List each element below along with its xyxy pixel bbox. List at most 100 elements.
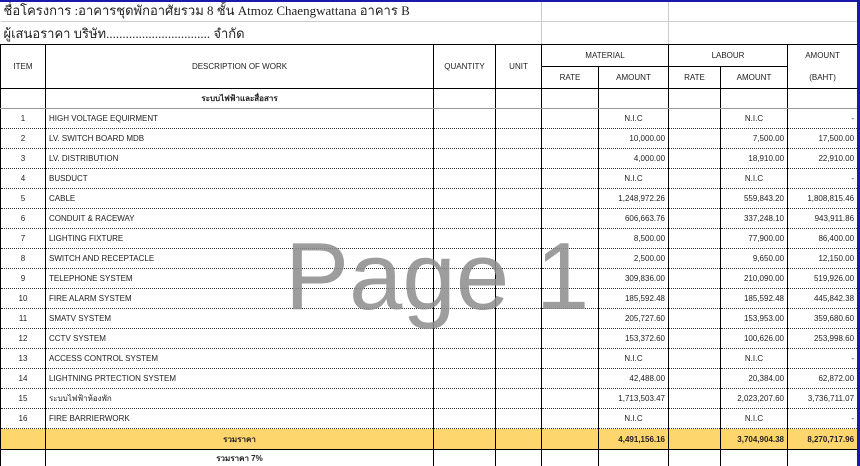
item-number[interactable]: 8 (0, 248, 46, 269)
material-amount-cell[interactable]: N.I.C (598, 168, 670, 189)
material-rate-cell[interactable] (541, 388, 600, 409)
grand-total[interactable]: 8,270,717.96 (787, 428, 859, 450)
labour-amount-cell[interactable]: 100,626.00 (720, 328, 789, 349)
quantity-cell[interactable] (433, 248, 496, 269)
col-item[interactable]: ITEM (0, 44, 46, 89)
material-rate-cell[interactable] (541, 148, 600, 169)
unit-cell[interactable] (494, 328, 543, 349)
vat-label[interactable]: รวมราคา 7% (45, 449, 434, 466)
material-rate-cell[interactable] (541, 408, 600, 429)
quantity-cell[interactable] (433, 148, 496, 169)
blank[interactable] (541, 449, 600, 466)
labour-amount-cell[interactable]: 77,900.00 (720, 228, 789, 249)
quantity-cell[interactable] (433, 168, 496, 189)
total-amount-cell[interactable]: 519,926.00 (787, 268, 859, 289)
labour-amount-cell[interactable]: 9,650.00 (720, 248, 789, 269)
item-number[interactable]: 10 (0, 288, 46, 309)
blank[interactable] (494, 428, 543, 450)
material-rate-cell[interactable] (541, 208, 600, 229)
unit-cell[interactable] (494, 308, 543, 329)
labour-amount-cell[interactable]: 337,248.10 (720, 208, 789, 229)
col-quantity[interactable]: QUANTITY (433, 44, 496, 89)
col-unit[interactable]: UNIT (494, 44, 543, 89)
blank[interactable] (787, 449, 859, 466)
quantity-cell[interactable] (433, 108, 496, 129)
material-rate-cell[interactable] (541, 348, 600, 369)
material-amount-cell[interactable]: 153,372.60 (598, 328, 670, 349)
item-number[interactable]: 6 (0, 208, 46, 229)
labour-rate-cell[interactable] (668, 348, 722, 369)
quantity-cell[interactable] (433, 368, 496, 389)
item-number[interactable]: 16 (0, 408, 46, 429)
total-label[interactable]: รวมราคา (45, 428, 434, 450)
material-amount-cell[interactable]: 4,000.00 (598, 148, 670, 169)
col-material-amount[interactable]: AMOUNT (598, 66, 670, 89)
item-number[interactable]: 12 (0, 328, 46, 349)
total-amount-cell[interactable]: 3,736,711.07 (787, 388, 859, 409)
total-amount-cell[interactable]: 253,998.60 (787, 328, 859, 349)
labour-amount-cell[interactable]: 559,843.20 (720, 188, 789, 209)
labour-amount-cell[interactable]: N.I.C (720, 408, 789, 429)
item-number[interactable]: 5 (0, 188, 46, 209)
labour-amount-cell[interactable]: N.I.C (720, 108, 789, 129)
material-rate-cell[interactable] (541, 128, 600, 149)
blank[interactable] (433, 428, 496, 450)
item-description[interactable]: LIGHTING FIXTURE (45, 228, 434, 249)
labour-rate-cell[interactable] (668, 328, 722, 349)
material-rate-cell[interactable] (541, 168, 600, 189)
labour-rate-cell[interactable] (668, 368, 722, 389)
total-amount-cell[interactable]: - (787, 408, 859, 429)
labour-amount-cell[interactable]: N.I.C (720, 348, 789, 369)
material-amount-cell[interactable]: 42,488.00 (598, 368, 670, 389)
material-rate-cell[interactable] (541, 188, 600, 209)
material-amount-cell[interactable]: 8,500.00 (598, 228, 670, 249)
labour-amount-cell[interactable]: 210,090.00 (720, 268, 789, 289)
material-amount-cell[interactable]: 10,000.00 (598, 128, 670, 149)
total-amount-cell[interactable]: 359,680.60 (787, 308, 859, 329)
item-description[interactable]: HIGH VOLTAGE EQUIRMENT (45, 108, 434, 129)
item-description[interactable]: FIRE BARRIERWORK (45, 408, 434, 429)
col-description[interactable]: DESCRIPTION OF WORK (45, 44, 434, 89)
blank[interactable] (541, 428, 600, 450)
quantity-cell[interactable] (433, 388, 496, 409)
labour-amount-cell[interactable]: 18,910.00 (720, 148, 789, 169)
blank[interactable] (668, 449, 722, 466)
labour-rate-cell[interactable] (668, 388, 722, 409)
material-amount-cell[interactable]: 205,727.60 (598, 308, 670, 329)
labour-rate-cell[interactable] (668, 408, 722, 429)
labour-rate-cell[interactable] (668, 228, 722, 249)
item-number[interactable]: 13 (0, 348, 46, 369)
blank[interactable] (0, 428, 46, 450)
material-rate-cell[interactable] (541, 308, 600, 329)
item-number[interactable]: 15 (0, 388, 46, 409)
material-rate-cell[interactable] (541, 268, 600, 289)
item-number[interactable]: 4 (0, 168, 46, 189)
material-rate-cell[interactable] (541, 328, 600, 349)
unit-cell[interactable] (494, 248, 543, 269)
total-amount-cell[interactable]: 1,808,815.46 (787, 188, 859, 209)
labour-amount-cell[interactable]: N.I.C (720, 168, 789, 189)
labour-rate-cell[interactable] (668, 248, 722, 269)
material-rate-cell[interactable] (541, 248, 600, 269)
section-title[interactable]: ระบบไฟฟ้าและสื่อสาร (45, 88, 434, 109)
col-labour-rate[interactable]: RATE (668, 66, 722, 89)
col-labour-amount[interactable]: AMOUNT (720, 66, 789, 89)
labour-rate-cell[interactable] (668, 128, 722, 149)
labour-rate-cell[interactable] (668, 268, 722, 289)
item-description[interactable]: FIRE ALARM SYSTEM (45, 288, 434, 309)
item-description[interactable]: LV. DISTRIBUTION (45, 148, 434, 169)
unit-cell[interactable] (494, 388, 543, 409)
item-description[interactable]: LIGHTNING PRTECTION SYSTEM (45, 368, 434, 389)
quantity-cell[interactable] (433, 348, 496, 369)
labour-rate-cell[interactable] (668, 188, 722, 209)
material-amount-cell[interactable]: 606,663.76 (598, 208, 670, 229)
material-amount-cell[interactable]: 309,836.00 (598, 268, 670, 289)
quantity-cell[interactable] (433, 308, 496, 329)
item-description[interactable]: ระบบไฟฟ้าห้องพัก (45, 388, 434, 409)
blank[interactable] (494, 449, 543, 466)
total-amount-cell[interactable]: 86,400.00 (787, 228, 859, 249)
material-amount-cell[interactable]: N.I.C (598, 348, 670, 369)
labour-rate-cell[interactable] (668, 208, 722, 229)
blank[interactable] (433, 449, 496, 466)
item-description[interactable]: CCTV SYSTEM (45, 328, 434, 349)
